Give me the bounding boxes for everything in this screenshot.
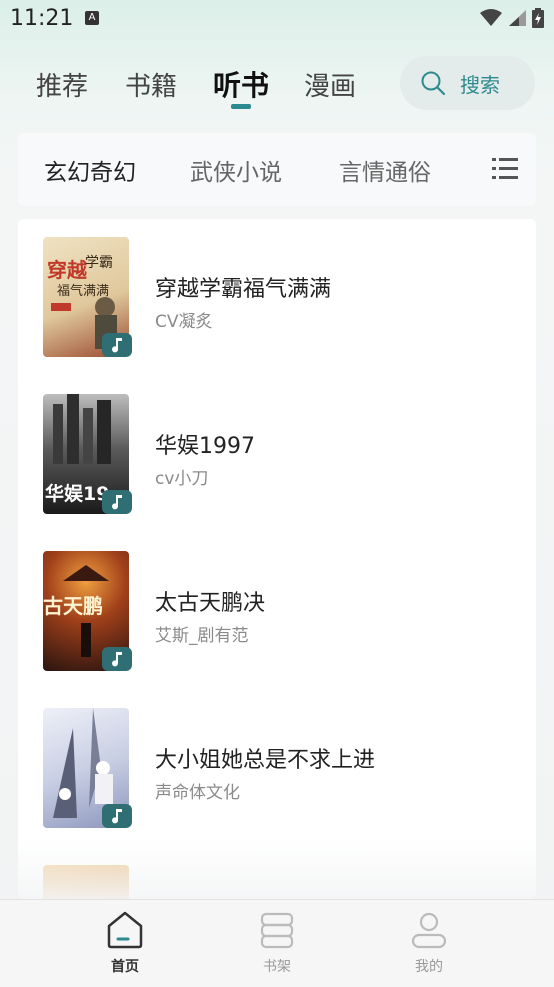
svg-text:福气满满: 福气满满 [57, 283, 109, 299]
music-note-icon [112, 809, 122, 824]
list-item[interactable]: 古天鹏 太古天鹏决 艾斯_剧有范 [18, 533, 536, 673]
audio-badge [102, 647, 132, 671]
list-item[interactable]: 大小姐她总是不求上进 声命体文化 [18, 690, 536, 830]
category-wuxia[interactable]: 武侠小说 [190, 153, 282, 187]
bottom-nav: 首页 书架 我的 [0, 899, 554, 987]
book-narrator: cv小刀 [155, 469, 209, 489]
nav-profile-label: 我的 [415, 959, 443, 975]
status-bar: 11:21 A [0, 0, 554, 40]
audio-badge [102, 490, 132, 514]
audio-badge [102, 333, 132, 357]
tab-comics[interactable]: 漫画 [304, 66, 356, 103]
search-icon [421, 71, 446, 96]
music-note-icon [112, 652, 122, 667]
tab-recommend[interactable]: 推荐 [36, 66, 88, 103]
profile-icon [411, 912, 447, 949]
search-label: 搜索 [460, 72, 500, 97]
tab-books[interactable]: 书籍 [125, 66, 177, 103]
audiobook-list: 穿越 学霸 福气满满 穿越学霸福气满满 CV凝炙 华娱19 华娱1997 cv小… [18, 219, 536, 899]
notification-icon: A [85, 11, 99, 25]
svg-text:穿越: 穿越 [47, 258, 88, 282]
status-time: 11:21 [10, 6, 74, 31]
category-xuanhuan[interactable]: 玄幻奇幻 [44, 153, 136, 187]
category-yanqing[interactable]: 言情通俗 [339, 153, 431, 187]
audio-badge [102, 804, 132, 828]
nav-home-label: 首页 [111, 959, 139, 975]
nav-home[interactable]: 首页 [85, 910, 165, 976]
list-item[interactable]: 穿越 学霸 福气满满 穿越学霸福气满满 CV凝炙 [18, 219, 536, 359]
wifi-icon [480, 9, 502, 26]
book-narrator: 声命体文化 [155, 783, 240, 803]
nav-profile[interactable]: 我的 [389, 910, 469, 976]
music-note-icon [112, 338, 122, 353]
book-narrator: CV凝炙 [155, 312, 213, 332]
svg-text:学霸: 学霸 [85, 255, 113, 271]
home-icon [107, 911, 143, 949]
svg-text:古天鹏: 古天鹏 [43, 594, 103, 618]
book-narrator: 艾斯_剧有范 [155, 626, 249, 646]
book-title: 华娱1997 [155, 434, 255, 459]
book-title: 太古天鹏决 [155, 591, 266, 616]
nav-bookshelf[interactable]: 书架 [237, 910, 317, 976]
status-icons [480, 8, 544, 28]
list-fade [18, 839, 536, 899]
book-title: 大小姐她总是不求上进 [155, 748, 376, 773]
nav-bookshelf-label: 书架 [263, 959, 291, 975]
tab-audiobooks[interactable]: 听书 [213, 64, 269, 104]
battery-icon [532, 8, 544, 28]
list-item[interactable]: 华娱19 华娱1997 cv小刀 [18, 376, 536, 516]
svg-text:华娱19: 华娱19 [45, 482, 109, 505]
music-note-icon [112, 495, 122, 510]
search-button[interactable]: 搜索 [400, 56, 535, 110]
category-bar: 玄幻奇幻 武侠小说 言情通俗 [18, 133, 536, 206]
book-title: 穿越学霸福气满满 [155, 277, 332, 302]
category-fade [432, 133, 492, 206]
active-tab-indicator [231, 104, 251, 109]
bookshelf-icon [260, 912, 294, 949]
category-menu-icon[interactable] [492, 157, 518, 181]
signal-icon [509, 10, 526, 26]
